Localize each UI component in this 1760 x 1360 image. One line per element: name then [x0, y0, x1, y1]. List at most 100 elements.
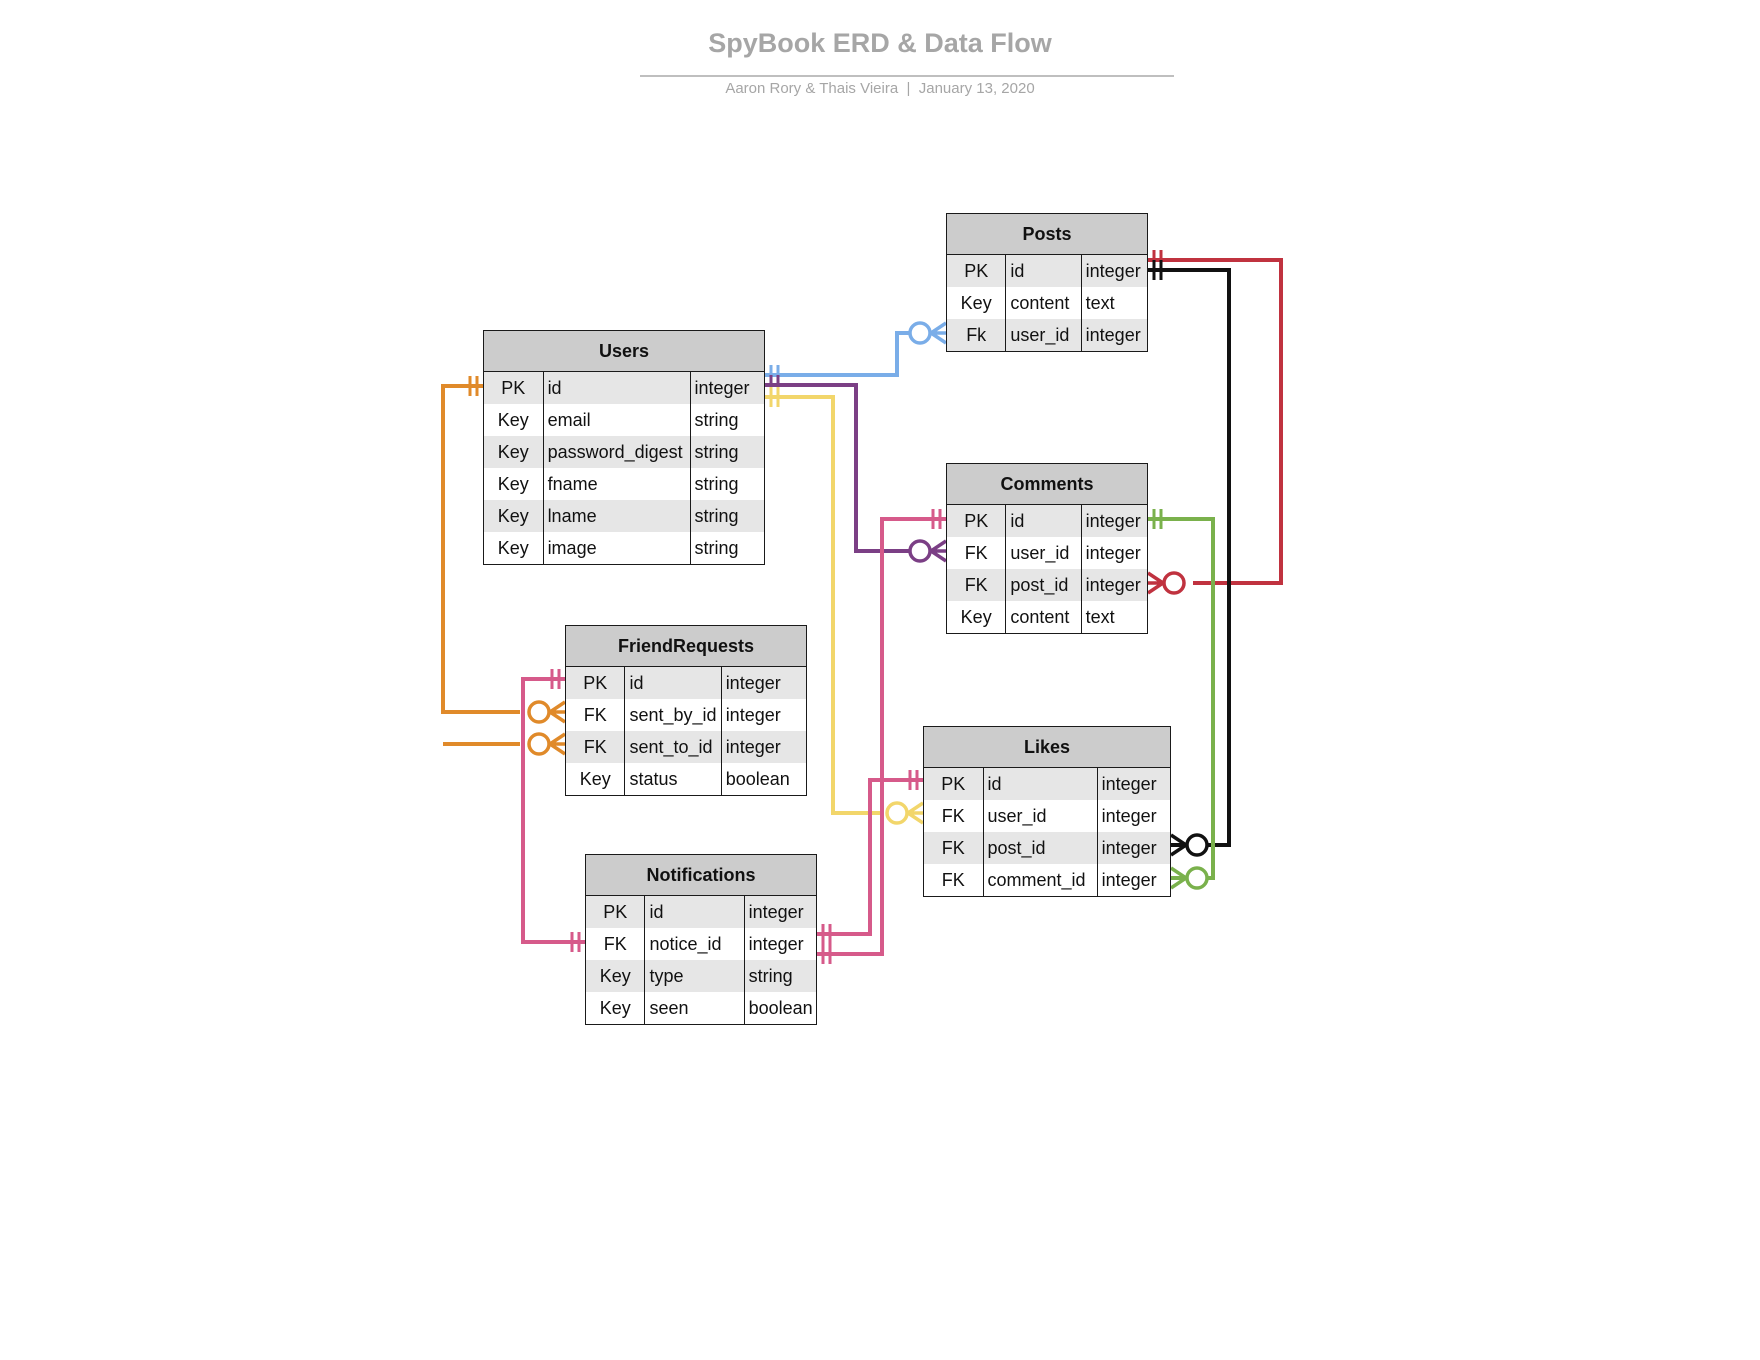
field-name: id [1006, 255, 1082, 287]
entity-row: Fk user_id integer [947, 319, 1147, 351]
field-name: user_id [984, 800, 1098, 832]
field-name: comment_id [984, 864, 1098, 896]
entity-row: PK id integer [947, 255, 1147, 287]
field-name: id [625, 667, 722, 699]
field-type: integer [1101, 774, 1157, 794]
entity-users[interactable]: Users PK id integer Key email string Key passwo… [483, 330, 765, 565]
field-type: integer [748, 902, 804, 922]
entity-title: Likes [924, 727, 1170, 768]
field-name: type [645, 960, 745, 992]
key-cell: FK [924, 832, 984, 864]
zero-marker [527, 732, 551, 756]
key-cell: PK [947, 255, 1007, 287]
field-type: integer [1085, 543, 1141, 563]
zero-marker [885, 801, 909, 825]
users-comments-link [765, 383, 923, 553]
field-name: fname [544, 468, 691, 500]
entity-row: FK post_id integer [947, 569, 1147, 601]
field-name: lname [544, 500, 691, 532]
field-name: sent_by_id [625, 699, 722, 731]
entity-row: PK id integer [566, 667, 806, 699]
entity-row: Key seen boolean [586, 992, 816, 1024]
field-type: text [1085, 293, 1115, 313]
entity-row: Key status boolean [566, 763, 806, 795]
field-type: integer [1101, 838, 1157, 858]
field-type: integer [1085, 511, 1141, 531]
entity-comments[interactable]: Comments PK id integer FK user_id integer FK po… [946, 463, 1148, 634]
entity-row: Key content text [947, 287, 1147, 319]
field-name: id [1006, 505, 1082, 537]
entity-title: FriendRequests [566, 626, 806, 667]
field-name: post_id [1006, 569, 1082, 601]
key-cell: Key [586, 992, 646, 1024]
zero-marker [1185, 833, 1209, 857]
field-type: integer [725, 673, 781, 693]
entity-row: FK sent_by_id integer [566, 699, 806, 731]
many-marker [1170, 866, 1187, 890]
entity-row: PK id integer [947, 505, 1147, 537]
key-cell: FK [947, 537, 1007, 569]
entity-row: FK comment_id integer [924, 864, 1170, 896]
entity-row: Key type string [586, 960, 816, 992]
zero-marker [908, 321, 932, 345]
entity-likes[interactable]: Likes PK id integer FK user_id integer FK post_… [923, 726, 1171, 897]
field-type: text [1085, 607, 1115, 627]
key-cell: FK [924, 800, 984, 832]
field-type: integer [1085, 575, 1141, 595]
key-cell: PK [484, 372, 544, 404]
field-type: string [694, 410, 739, 430]
key-cell: FK [566, 731, 626, 763]
field-type: integer [725, 737, 781, 757]
key-cell: Key [566, 763, 626, 795]
entity-posts[interactable]: Posts PK id integer Key content text Fk user_id… [946, 213, 1148, 352]
entity-row: FK user_id integer [924, 800, 1170, 832]
entity-row: PK id integer [924, 768, 1170, 800]
field-name: id [645, 896, 745, 928]
entity-row: Key email string [484, 404, 764, 436]
key-cell: Key [484, 532, 544, 564]
key-cell: Key [947, 287, 1007, 319]
field-type: integer [1085, 261, 1141, 281]
key-cell: PK [924, 768, 984, 800]
entity-title: Posts [947, 214, 1147, 255]
field-name: user_id [1006, 537, 1082, 569]
field-name: image [544, 532, 691, 564]
field-name: content [1006, 601, 1082, 633]
entity-friend-requests[interactable]: FriendRequests PK id integer FK sent_by_id in… [565, 625, 807, 796]
field-type: boolean [725, 769, 790, 789]
field-type: string [694, 506, 739, 526]
entity-row: FK sent_to_id integer [566, 731, 806, 763]
many-marker [930, 539, 947, 563]
field-name: content [1006, 287, 1082, 319]
many-marker [1147, 571, 1164, 595]
entity-row: FK notice_id integer [586, 928, 816, 960]
field-name: user_id [1006, 319, 1082, 351]
field-name: password_digest [544, 436, 691, 468]
field-type: integer [748, 934, 804, 954]
field-name: post_id [984, 832, 1098, 864]
field-type: string [694, 538, 739, 558]
entity-row: Key fname string [484, 468, 764, 500]
key-cell: FK [924, 864, 984, 896]
field-type: integer [725, 705, 781, 725]
many-marker [549, 700, 566, 724]
field-type: string [748, 966, 793, 986]
relationship-connectors [441, 250, 1283, 964]
field-name: notice_id [645, 928, 745, 960]
entity-row: Key content text [947, 601, 1147, 633]
field-name: id [544, 372, 691, 404]
field-type: string [694, 442, 739, 462]
field-name: sent_to_id [625, 731, 722, 763]
field-type: integer [1101, 870, 1157, 890]
users-posts-link [765, 331, 932, 377]
key-cell: Key [484, 404, 544, 436]
zero-marker [1162, 571, 1186, 595]
zero-marker [1185, 866, 1209, 890]
entity-row: Key lname string [484, 500, 764, 532]
key-cell: Key [484, 436, 544, 468]
entity-row: PK id integer [484, 372, 764, 404]
entity-notifications[interactable]: Notifications PK id integer FK notice_id inte… [585, 854, 817, 1025]
field-type: integer [1101, 806, 1157, 826]
key-cell: PK [566, 667, 626, 699]
field-name: email [544, 404, 691, 436]
